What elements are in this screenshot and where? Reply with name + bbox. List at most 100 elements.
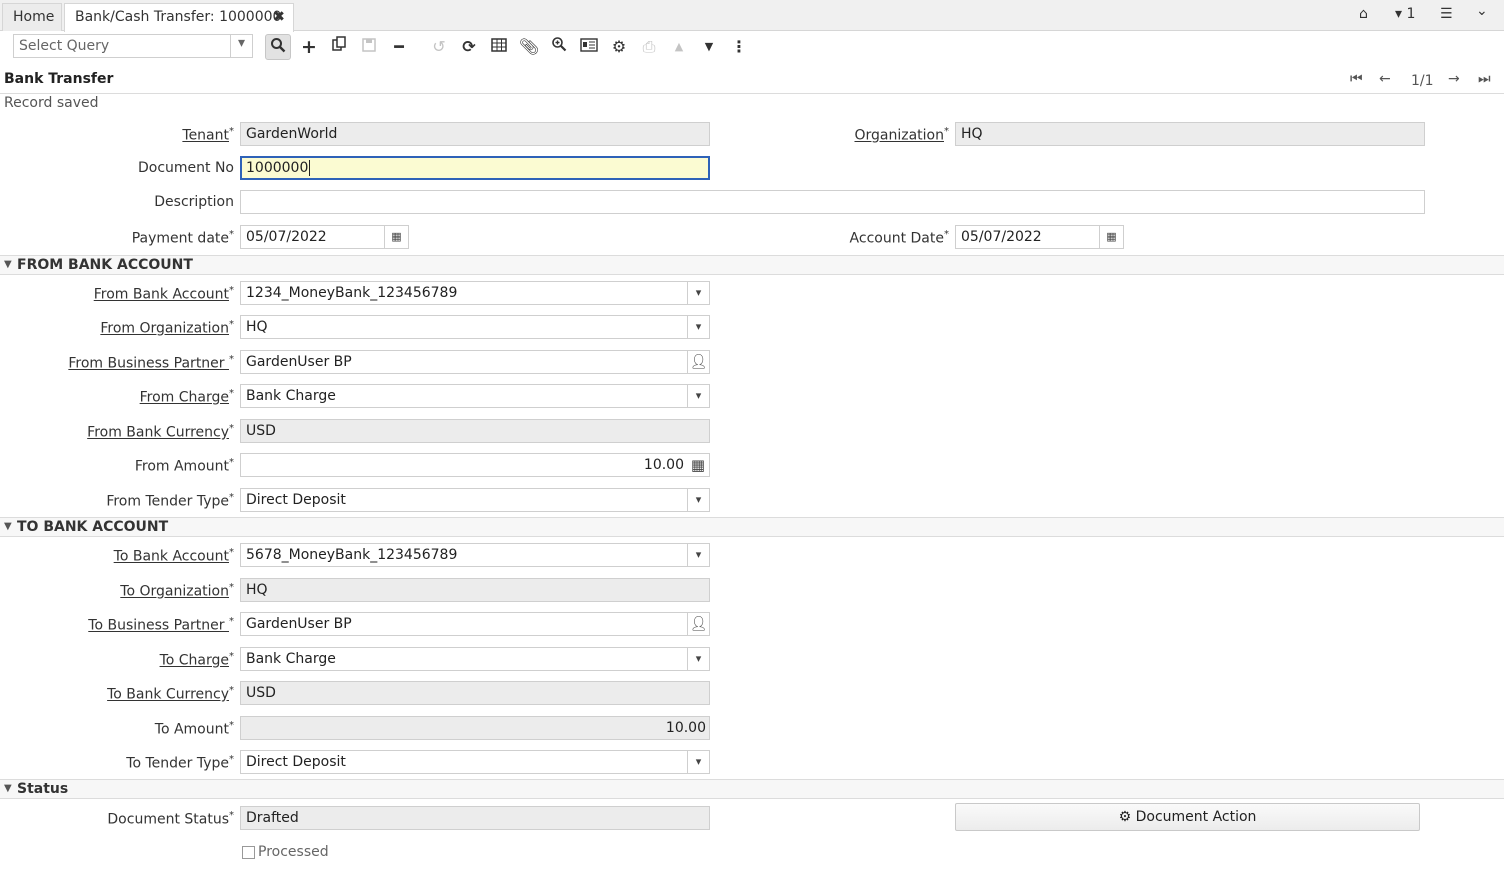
document-status-field: Drafted [240,806,710,830]
processed-label: Processed [258,844,329,860]
menu-icon[interactable]: ☰ [1440,6,1453,22]
document-status-label: Document Status* [107,810,234,828]
chevron-down-icon[interactable]: ▾ [687,385,709,407]
from-charge-select[interactable]: Bank Charge ▾ [240,384,710,408]
tab-bank-transfer[interactable]: Bank/Cash Transfer: 1000000 ✖ [64,3,294,32]
to-business-partner-label: To Business Partner * [88,616,234,634]
grid-toggle-button[interactable] [486,34,512,60]
collapse-icon[interactable]: ⌄ [1476,3,1488,19]
collapse-triangle-icon[interactable]: ▼ [4,783,12,794]
save-button[interactable] [356,34,382,60]
to-business-partner-input[interactable]: GardenUser BP 👤︎ [240,612,710,636]
account-date-input[interactable]: 05/07/2022 ▦ [955,225,1124,249]
to-tender-type-label: To Tender Type* [126,754,234,772]
copy-icon [332,36,346,51]
chevron-down-icon[interactable]: ▾ [687,282,709,304]
from-amount-label: From Amount* [134,457,234,475]
chevron-down-icon[interactable]: ▾ [687,751,709,773]
select-query-combobox[interactable]: Select Query ▾ [13,34,253,58]
windows-dropdown-button[interactable]: ▾ 1 [1395,6,1415,22]
process-button[interactable]: ⚙ [606,34,632,60]
paperclip-icon: 📎︎ [518,37,540,56]
to-bank-account-select[interactable]: 5678_MoneyBank_123456789 ▾ [240,543,710,567]
to-organization-field: HQ [240,578,710,602]
section-title: TO BANK ACCOUNT [17,519,169,535]
document-action-button[interactable]: ⚙ Document Action [955,803,1420,831]
tab-home-label: Home [13,9,55,25]
home-icon[interactable]: ⌂ [1359,6,1368,22]
document-action-label: Document Action [1135,809,1257,825]
processed-checkbox[interactable] [242,846,255,859]
description-input[interactable] [240,190,1425,214]
to-amount-field: 10.00 [240,716,710,740]
status-message: Record saved [4,95,99,111]
next-record-button[interactable]: → [1448,71,1460,87]
report-icon [580,38,598,52]
from-bank-account-select[interactable]: 1234_MoneyBank_123456789 ▾ [240,281,710,305]
to-charge-select[interactable]: Bank Charge ▾ [240,647,710,671]
from-bank-account-label: From Bank Account* [93,285,234,303]
status-section[interactable]: ▼ Status [0,779,1504,799]
organization-field: HQ [955,122,1425,146]
print-icon: ⎙ [642,37,656,56]
user-icon[interactable]: 👤︎ [687,613,709,635]
to-bank-account-section[interactable]: ▼ TO BANK ACCOUNT [0,517,1504,537]
grid-icon [491,38,507,52]
chevron-down-icon[interactable]: ▾ [230,35,252,57]
tab-home[interactable]: Home [2,3,62,31]
last-record-button[interactable]: ⏭ [1478,71,1491,87]
tenant-field: GardenWorld [240,122,710,146]
to-tender-type-select[interactable]: Direct Deposit ▾ [240,750,710,774]
close-icon[interactable]: ✖ [273,4,285,31]
delete-record-button[interactable]: ━ [386,34,412,60]
parent-record-button[interactable]: ▲ [666,34,692,60]
from-charge-label: From Charge* [139,388,234,406]
chevron-down-icon[interactable]: ▾ [687,544,709,566]
from-business-partner-label: From Business Partner * [68,354,234,372]
from-bank-account-section[interactable]: ▼ FROM BANK ACCOUNT [0,255,1504,275]
previous-record-button[interactable]: ← [1379,71,1391,87]
first-record-button[interactable]: ⏮ [1350,71,1363,87]
to-bank-account-label: To Bank Account* [113,547,234,565]
zoom-across-button[interactable] [546,34,572,60]
tab-active-label: Bank/Cash Transfer: 1000000 [75,9,282,25]
user-icon[interactable]: 👤︎ [687,351,709,373]
save-icon [362,38,376,52]
search-icon [271,38,286,53]
detail-record-button[interactable]: ▼ [696,34,722,60]
tenant-label-wrap: Tenant* [0,124,234,144]
chevron-down-icon[interactable]: ▾ [687,316,709,338]
from-bank-currency-label: From Bank Currency* [87,423,234,441]
from-business-partner-input[interactable]: GardenUser BP 👤︎ [240,350,710,374]
payment-date-label: Payment date* [131,229,234,247]
section-title: FROM BANK ACCOUNT [17,257,193,273]
undo-button[interactable]: ↺ [426,34,452,60]
document-no-input[interactable]: 1000000 [240,156,710,180]
collapse-triangle-icon[interactable]: ▼ [4,259,12,270]
calendar-icon[interactable]: ▦ [1099,226,1123,248]
calendar-icon[interactable]: ▦ [384,226,408,248]
chevron-down-icon[interactable]: ▾ [687,648,709,670]
new-record-button[interactable]: + [296,34,322,60]
report-button[interactable] [576,34,602,60]
calculator-icon[interactable]: ▦ [687,454,709,476]
refresh-button[interactable]: ⟳ [456,34,482,60]
more-options-button[interactable]: ⋮ [726,34,752,60]
from-amount-input[interactable]: 10.00 ▦ [240,453,710,477]
tab-bar: Home Bank/Cash Transfer: 1000000 ✖ ⌂ ▾ 1… [0,0,1504,32]
to-bank-currency-field: USD [240,681,710,705]
collapse-triangle-icon[interactable]: ▼ [4,521,12,532]
copy-record-button[interactable] [326,34,352,60]
window-header: Bank Transfer ⏮ ← 1/1 → ⏭ [0,64,1504,94]
from-tender-type-label: From Tender Type* [106,492,234,510]
search-button[interactable] [265,34,291,60]
print-button[interactable]: ⎙ [636,34,662,60]
attachment-button[interactable]: 📎︎ [516,34,542,60]
payment-date-input[interactable]: 05/07/2022 ▦ [240,225,409,249]
zoom-in-icon [552,37,567,52]
from-organization-select[interactable]: HQ ▾ [240,315,710,339]
organization-label: Organization* [854,126,949,144]
chevron-down-icon[interactable]: ▾ [687,489,709,511]
from-tender-type-select[interactable]: Direct Deposit ▾ [240,488,710,512]
from-organization-label: From Organization* [100,319,234,337]
